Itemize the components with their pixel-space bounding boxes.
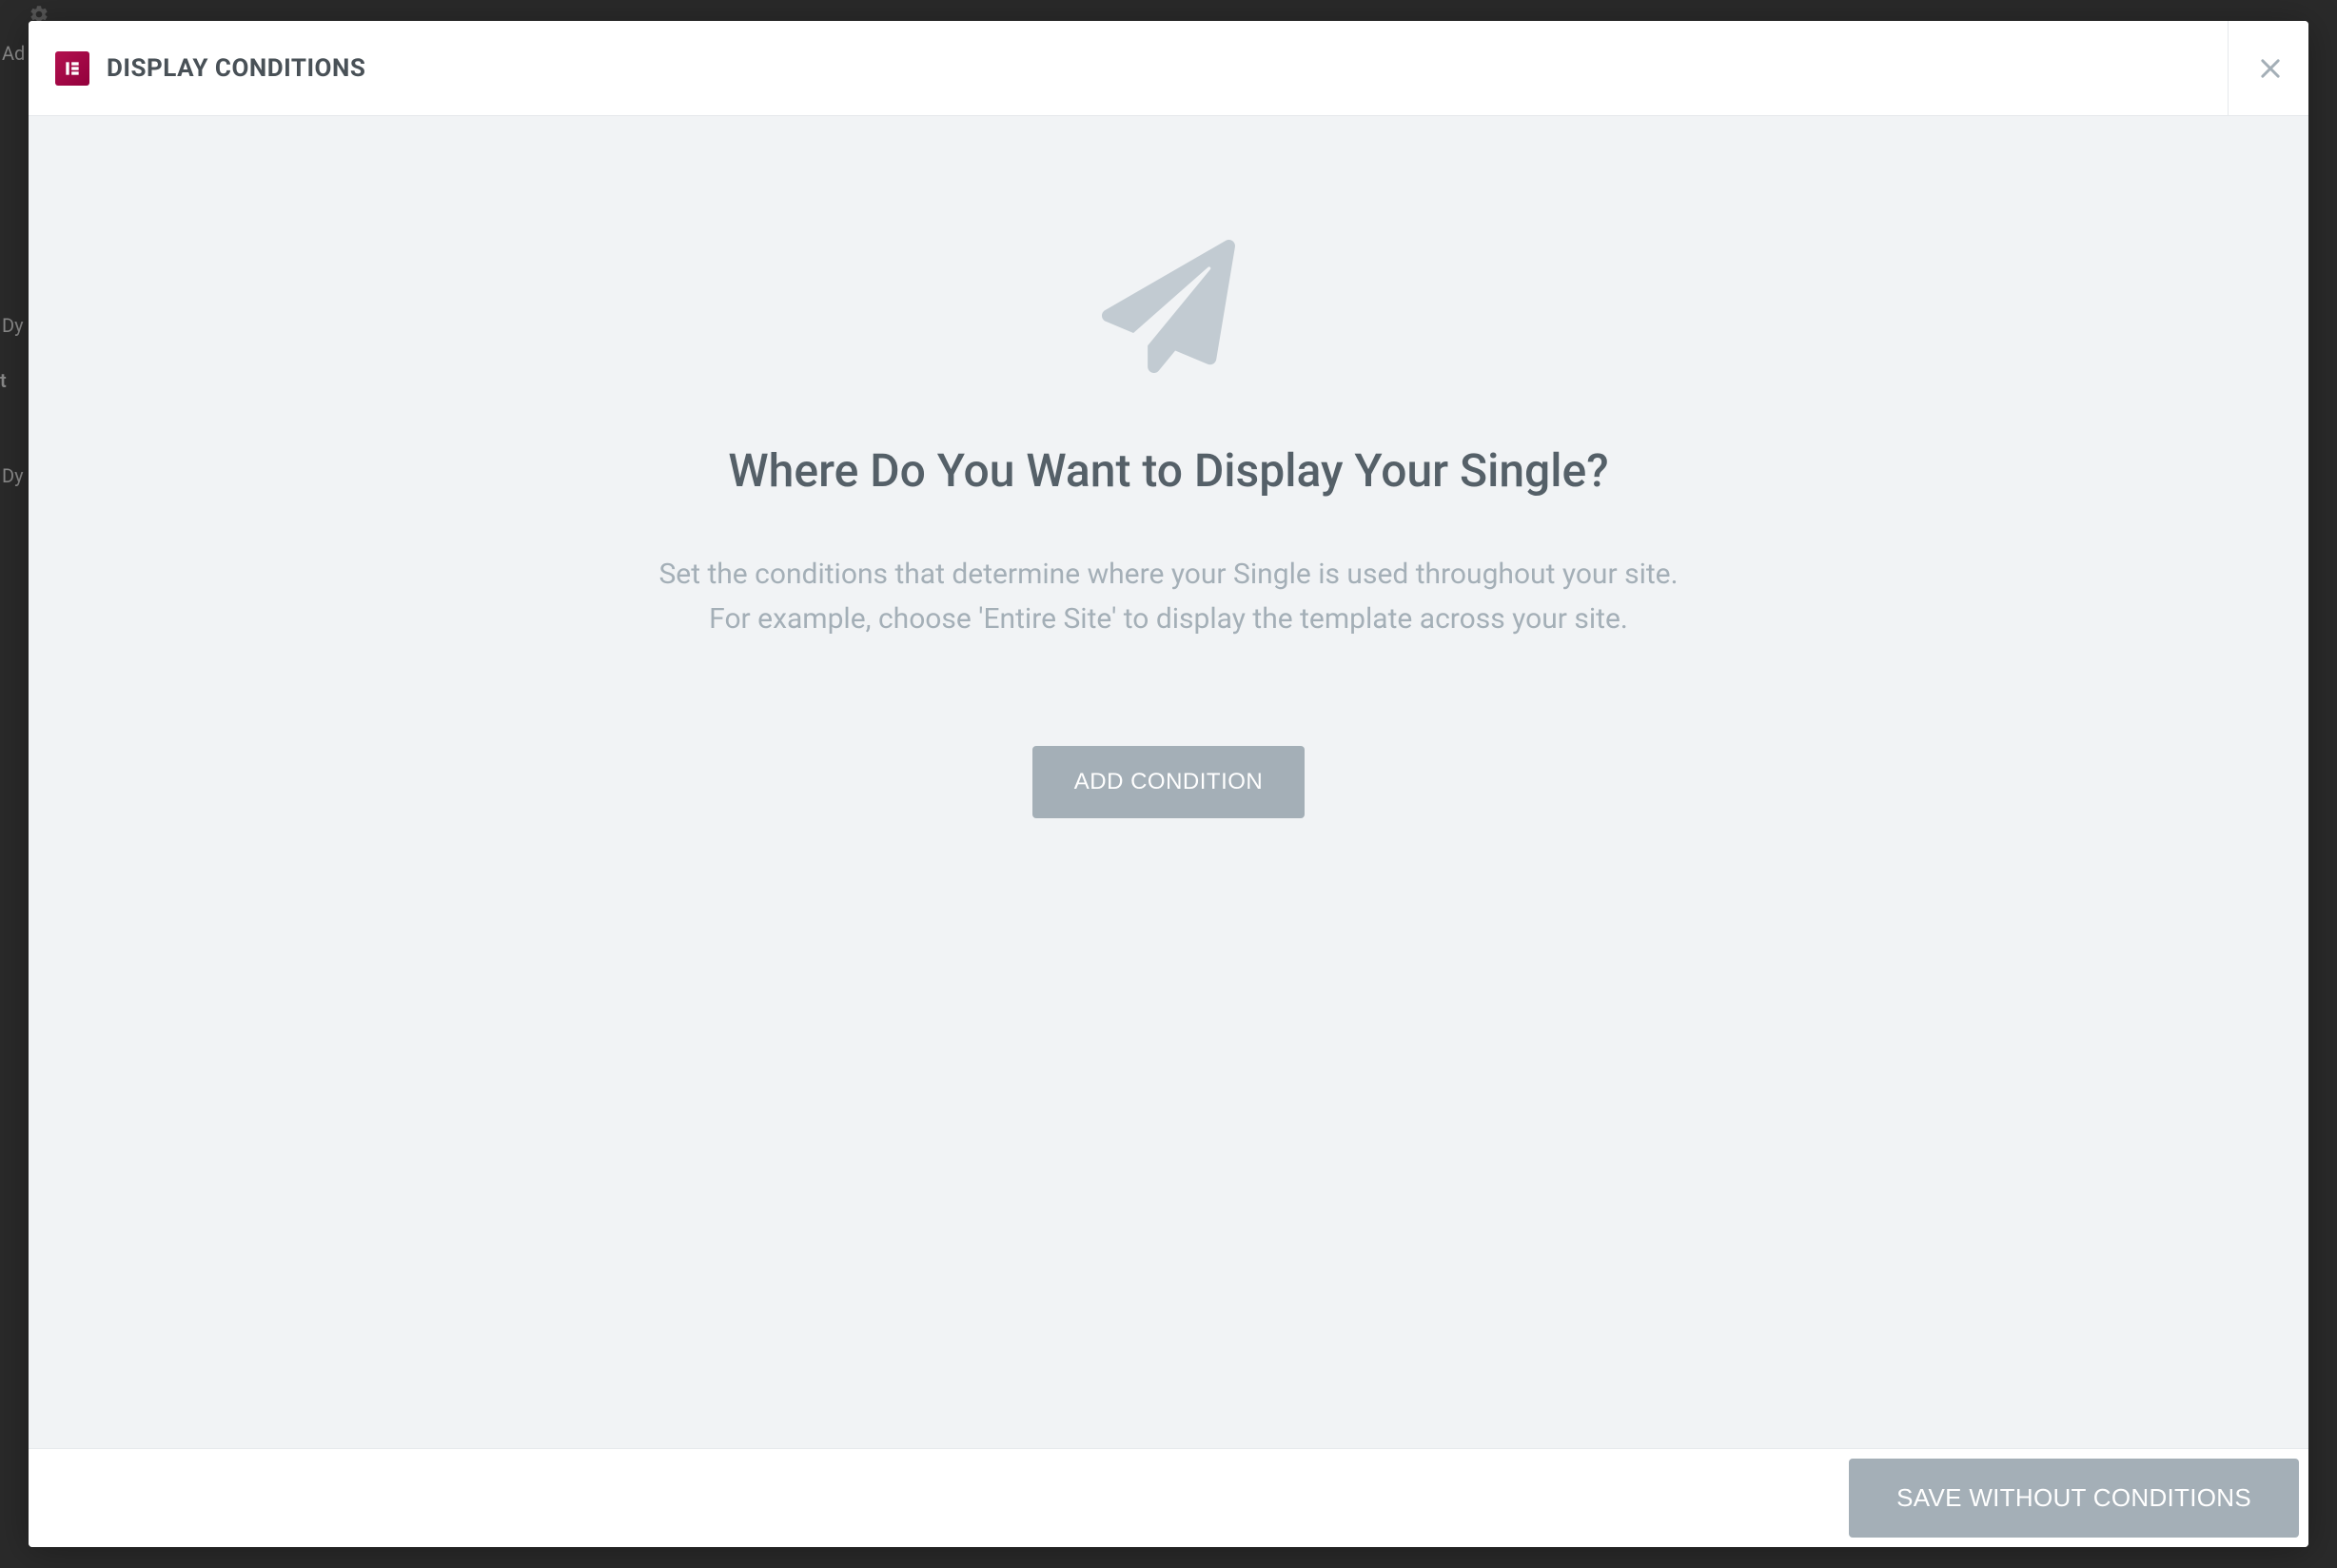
hero-heading: Where Do You Want to Display Your Single… <box>728 443 1608 498</box>
obscured-text: Ad <box>2 42 25 65</box>
modal-header: DISPLAY CONDITIONS <box>29 21 2308 116</box>
obscured-text: t <box>0 369 7 392</box>
hero-description: Set the conditions that determine where … <box>658 553 1678 641</box>
close-icon <box>2257 55 2284 82</box>
close-divider <box>2228 21 2289 115</box>
paper-plane-icon <box>1102 240 1235 377</box>
modal-title: DISPLAY CONDITIONS <box>107 54 365 83</box>
save-without-conditions-button[interactable]: SAVE WITHOUT CONDITIONS <box>1849 1459 2299 1538</box>
hero-description-line1: Set the conditions that determine where … <box>658 558 1678 591</box>
obscured-text: Dy <box>2 464 24 487</box>
add-condition-button[interactable]: ADD CONDITION <box>1032 746 1306 818</box>
hero-description-line2: For example, choose 'Entire Site' to dis… <box>709 602 1628 636</box>
modal-body: Where Do You Want to Display Your Single… <box>29 116 2308 1448</box>
modal-footer: SAVE WITHOUT CONDITIONS <box>29 1448 2308 1547</box>
obscured-text: Dy <box>2 314 24 337</box>
close-button[interactable] <box>2251 49 2289 88</box>
display-conditions-modal: DISPLAY CONDITIONS Where Do You Want to … <box>29 21 2308 1547</box>
elementor-logo-icon <box>55 51 89 86</box>
